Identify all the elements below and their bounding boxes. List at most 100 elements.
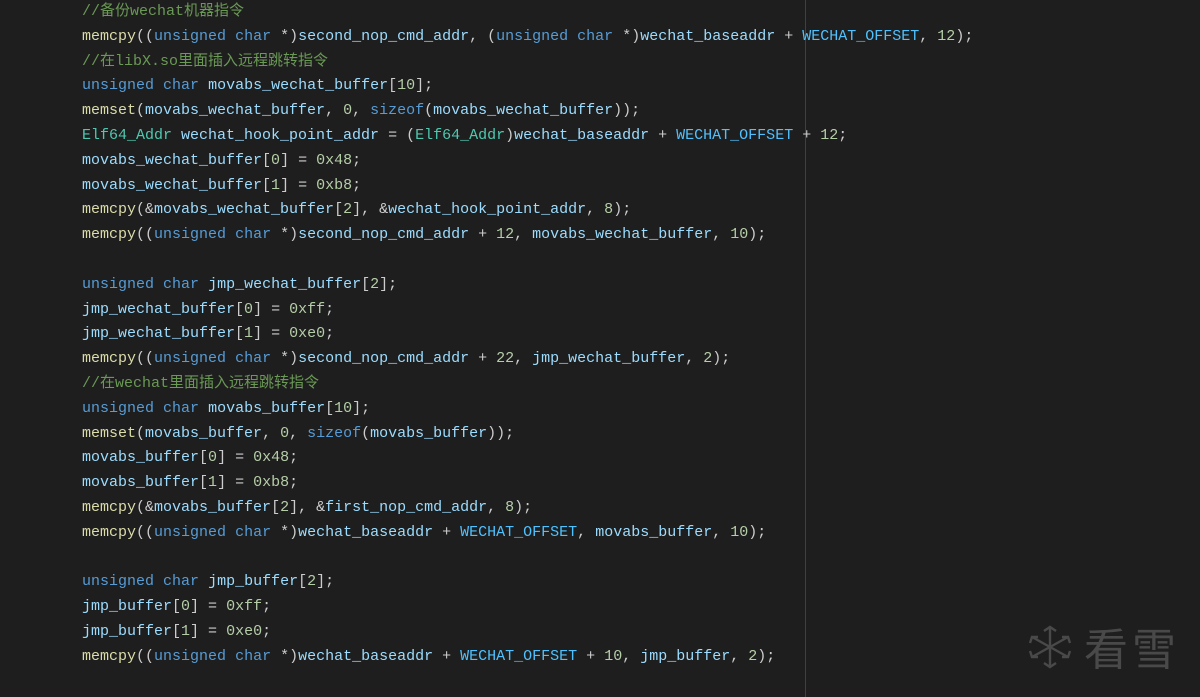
code-line[interactable] <box>82 248 1200 273</box>
code-line[interactable]: memcpy((unsigned char *)second_nop_cmd_a… <box>82 223 1200 248</box>
code-token: [ <box>262 152 271 169</box>
code-editor[interactable]: //备份wechat机器指令memcpy((unsigned char *)se… <box>52 0 1200 697</box>
code-token: wechat_baseaddr <box>298 648 433 665</box>
code-line[interactable]: movabs_wechat_buffer[0] = 0x48; <box>82 149 1200 174</box>
code-line[interactable]: memcpy((unsigned char *)wechat_baseaddr … <box>82 521 1200 546</box>
code-token: *) <box>271 226 298 243</box>
code-line[interactable]: unsigned char jmp_wechat_buffer[2]; <box>82 273 1200 298</box>
code-token: //在wechat里面插入远程跳转指令 <box>82 375 319 392</box>
code-line[interactable]: movabs_buffer[1] = 0xb8; <box>82 471 1200 496</box>
code-line[interactable]: unsigned char jmp_buffer[2]; <box>82 570 1200 595</box>
code-token: , <box>514 350 532 367</box>
code-token: jmp_wechat_buffer <box>532 350 685 367</box>
code-token: 2 <box>280 499 289 516</box>
code-token: , ( <box>469 28 496 45</box>
code-token: movabs_buffer <box>370 425 487 442</box>
code-token: [ <box>262 177 271 194</box>
code-token: 0 <box>244 301 253 318</box>
code-token: memset <box>82 425 136 442</box>
code-token: (( <box>136 524 154 541</box>
code-token: ] = <box>190 598 226 615</box>
code-token: (& <box>136 201 154 218</box>
code-token: ; <box>289 449 298 466</box>
code-token: 0 <box>343 102 352 119</box>
code-token <box>154 400 163 417</box>
code-token: [ <box>199 449 208 466</box>
code-token: //备份wechat机器指令 <box>82 3 244 20</box>
code-token: movabs_wechat_buffer <box>433 102 613 119</box>
code-token: (& <box>136 499 154 516</box>
code-line[interactable]: movabs_wechat_buffer[1] = 0xb8; <box>82 174 1200 199</box>
code-token: )); <box>487 425 514 442</box>
code-line[interactable]: movabs_buffer[0] = 0x48; <box>82 446 1200 471</box>
code-line[interactable]: jmp_wechat_buffer[0] = 0xff; <box>82 298 1200 323</box>
code-line[interactable]: memcpy((unsigned char *)second_nop_cmd_a… <box>82 347 1200 372</box>
code-token: = ( <box>379 127 415 144</box>
code-token: wechat_hook_point_addr <box>181 127 379 144</box>
code-token: 0xe0 <box>226 623 262 640</box>
code-token: + <box>775 28 802 45</box>
code-token: char <box>235 226 271 243</box>
code-token: [ <box>172 598 181 615</box>
code-token: ); <box>712 350 730 367</box>
code-token: , <box>487 499 505 516</box>
code-token: memcpy <box>82 524 136 541</box>
code-token: unsigned <box>154 648 226 665</box>
code-token: 10 <box>397 77 415 94</box>
code-token: ); <box>955 28 973 45</box>
code-token: wechat_baseaddr <box>514 127 649 144</box>
code-token: char <box>163 400 199 417</box>
code-token <box>154 77 163 94</box>
code-line[interactable]: jmp_wechat_buffer[1] = 0xe0; <box>82 322 1200 347</box>
code-line[interactable]: Elf64_Addr wechat_hook_point_addr = (Elf… <box>82 124 1200 149</box>
code-token: ]; <box>316 573 334 590</box>
code-line[interactable]: memset(movabs_wechat_buffer, 0, sizeof(m… <box>82 99 1200 124</box>
code-line[interactable]: memset(movabs_buffer, 0, sizeof(movabs_b… <box>82 422 1200 447</box>
code-token: second_nop_cmd_addr <box>298 350 469 367</box>
code-token: , <box>577 524 595 541</box>
code-token: *) <box>271 28 298 45</box>
code-token: //在libX.so里面插入远程跳转指令 <box>82 53 328 70</box>
code-token: 8 <box>604 201 613 218</box>
code-line[interactable]: memcpy(&movabs_buffer[2], &first_nop_cmd… <box>82 496 1200 521</box>
code-token: , <box>325 102 343 119</box>
code-token: ; <box>262 623 271 640</box>
code-line[interactable] <box>82 546 1200 571</box>
code-token: 12 <box>820 127 838 144</box>
code-token: char <box>163 77 199 94</box>
code-token: memcpy <box>82 648 136 665</box>
code-line[interactable]: //在libX.so里面插入远程跳转指令 <box>82 50 1200 75</box>
code-token: ] = <box>253 301 289 318</box>
code-line[interactable]: //在wechat里面插入远程跳转指令 <box>82 372 1200 397</box>
code-token <box>226 648 235 665</box>
code-token: , <box>586 201 604 218</box>
code-token: 2 <box>307 573 316 590</box>
code-token: *) <box>271 648 298 665</box>
code-token: second_nop_cmd_addr <box>298 28 469 45</box>
code-token: unsigned <box>154 226 226 243</box>
code-line[interactable]: memcpy(&movabs_wechat_buffer[2], &wechat… <box>82 198 1200 223</box>
code-token: 12 <box>937 28 955 45</box>
code-token: memcpy <box>82 201 136 218</box>
code-token: ) <box>505 127 514 144</box>
code-token <box>226 28 235 45</box>
code-token: 0x48 <box>253 449 289 466</box>
code-token: + <box>433 524 460 541</box>
code-line[interactable]: unsigned char movabs_wechat_buffer[10]; <box>82 74 1200 99</box>
code-token: , <box>514 226 532 243</box>
code-token: char <box>577 28 613 45</box>
code-token: jmp_buffer <box>82 623 172 640</box>
code-line[interactable]: //备份wechat机器指令 <box>82 0 1200 25</box>
code-line[interactable]: unsigned char movabs_buffer[10]; <box>82 397 1200 422</box>
code-token: , <box>712 226 730 243</box>
code-token: movabs_wechat_buffer <box>82 152 262 169</box>
code-token: ] = <box>253 325 289 342</box>
snowflake-icon <box>1026 623 1084 679</box>
code-line[interactable]: jmp_buffer[0] = 0xff; <box>82 595 1200 620</box>
code-token <box>199 573 208 590</box>
code-token: , <box>685 350 703 367</box>
code-token: movabs_wechat_buffer <box>208 77 388 94</box>
code-line[interactable]: memcpy((unsigned char *)second_nop_cmd_a… <box>82 25 1200 50</box>
code-token: sizeof <box>307 425 361 442</box>
code-token: + <box>433 648 460 665</box>
